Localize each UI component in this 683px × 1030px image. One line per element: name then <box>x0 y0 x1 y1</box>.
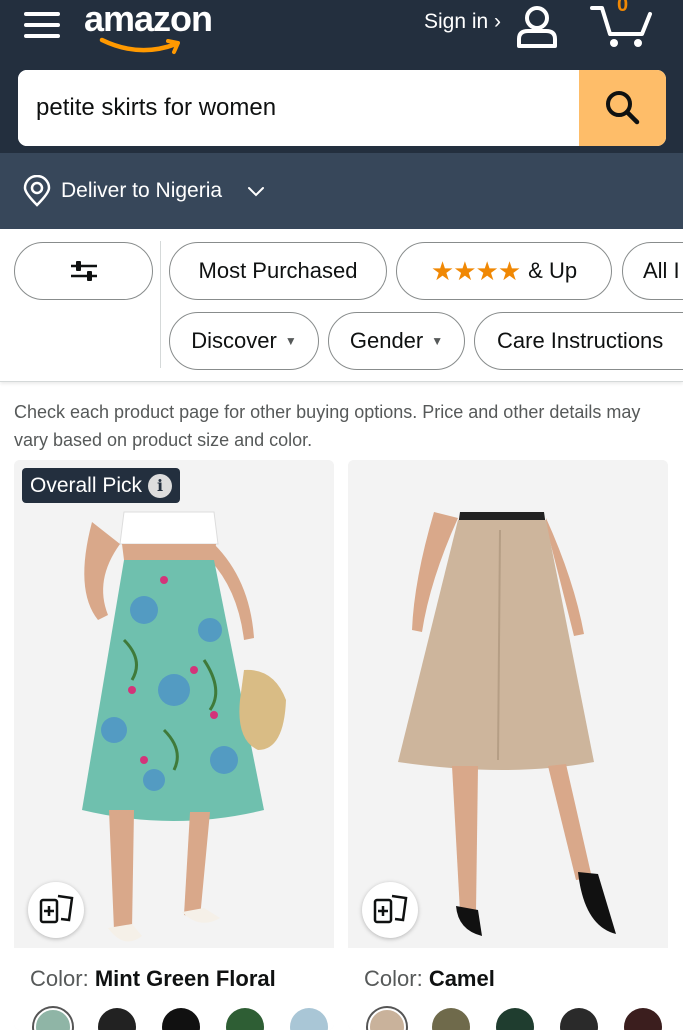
chevron-down-icon: ▼ <box>284 334 297 348</box>
color-value: Mint Green Floral <box>94 966 276 991</box>
compare-button[interactable] <box>362 882 418 938</box>
filter-gender[interactable]: Gender ▼ <box>328 312 465 370</box>
product-image[interactable] <box>348 460 668 948</box>
color-swatch-mint[interactable] <box>34 1008 72 1030</box>
hamburger-menu-icon[interactable] <box>24 6 62 40</box>
compare-cards-icon <box>373 894 408 924</box>
filter-label: & Up <box>528 258 578 283</box>
account-icon[interactable] <box>514 4 560 48</box>
cart-count: 0 <box>617 0 629 16</box>
color-value: Camel <box>428 966 495 991</box>
product-card[interactable]: Color: Camel <box>348 460 668 1030</box>
search-input[interactable] <box>18 70 580 146</box>
search-button[interactable] <box>579 70 666 146</box>
overall-pick-badge[interactable]: Overall Pick i <box>22 468 181 503</box>
color-swatch-black[interactable] <box>560 1008 598 1030</box>
color-swatch-black-floral[interactable] <box>162 1008 200 1030</box>
compare-cards-icon <box>39 894 74 924</box>
filter-label: Care Instructions <box>497 328 664 353</box>
rating-stars-icon: ★★★★ <box>430 255 521 286</box>
color-swatch-camel[interactable] <box>368 1008 406 1030</box>
color-swatch-blue[interactable] <box>290 1008 328 1030</box>
deliver-bar[interactable]: Deliver to Nigeria <box>0 153 683 229</box>
mint-floral-skirt-image <box>14 460 334 948</box>
filter-bar: Most Purchased ★★★★ & Up All I Discover … <box>0 229 683 382</box>
chevron-down-icon: ▼ <box>431 334 444 348</box>
color-swatch-olive[interactable] <box>432 1008 470 1030</box>
location-pin-icon <box>23 175 51 207</box>
product-card[interactable]: Overall Pick i Color: Mint Green Floral <box>14 460 334 1030</box>
color-label-text: Color: <box>364 966 423 991</box>
color-swatch-black[interactable] <box>98 1008 136 1030</box>
filter-all[interactable]: All I <box>622 242 683 300</box>
filter-label: All I <box>643 258 680 283</box>
search-icon <box>605 91 639 125</box>
product-info: Color: Camel <box>348 948 668 1030</box>
info-icon: i <box>148 473 173 498</box>
camel-skirt-image <box>348 460 668 948</box>
filter-settings-button[interactable] <box>14 242 153 300</box>
badge-label: Overall Pick <box>30 473 143 497</box>
logo-smile-icon <box>99 37 180 54</box>
filter-care-instructions[interactable]: Care Instructions <box>474 312 683 370</box>
filter-discover[interactable]: Discover ▼ <box>169 312 319 370</box>
filter-label: Most Purchased <box>198 258 358 283</box>
color-label-text: Color: <box>30 966 89 991</box>
chevron-down-icon <box>248 187 264 197</box>
sign-in-link[interactable]: Sign in › <box>424 10 501 34</box>
product-image[interactable]: Overall Pick i <box>14 460 334 948</box>
buying-options-note: Check each product page for other buying… <box>14 402 641 450</box>
filter-four-stars-up[interactable]: ★★★★ & Up <box>396 242 612 300</box>
sliders-icon <box>70 261 97 281</box>
filter-label: Discover <box>191 328 277 353</box>
filter-label: Gender <box>349 328 424 353</box>
top-header: amazon Sign in › 0 <box>0 0 683 153</box>
color-label: Color: Mint Green Floral <box>30 966 276 992</box>
deliver-location-label: Deliver to Nigeria <box>61 179 223 202</box>
product-info: Color: Mint Green Floral <box>14 948 334 1030</box>
filter-divider <box>160 241 161 368</box>
color-swatch-green[interactable] <box>226 1008 264 1030</box>
color-swatch-dark-green[interactable] <box>496 1008 534 1030</box>
amazon-logo[interactable]: amazon <box>84 0 234 60</box>
filter-most-purchased[interactable]: Most Purchased <box>169 242 387 300</box>
color-label: Color: Camel <box>364 966 495 992</box>
compare-button[interactable] <box>28 882 84 938</box>
search-bar <box>18 70 666 146</box>
color-swatch-brown[interactable] <box>624 1008 662 1030</box>
